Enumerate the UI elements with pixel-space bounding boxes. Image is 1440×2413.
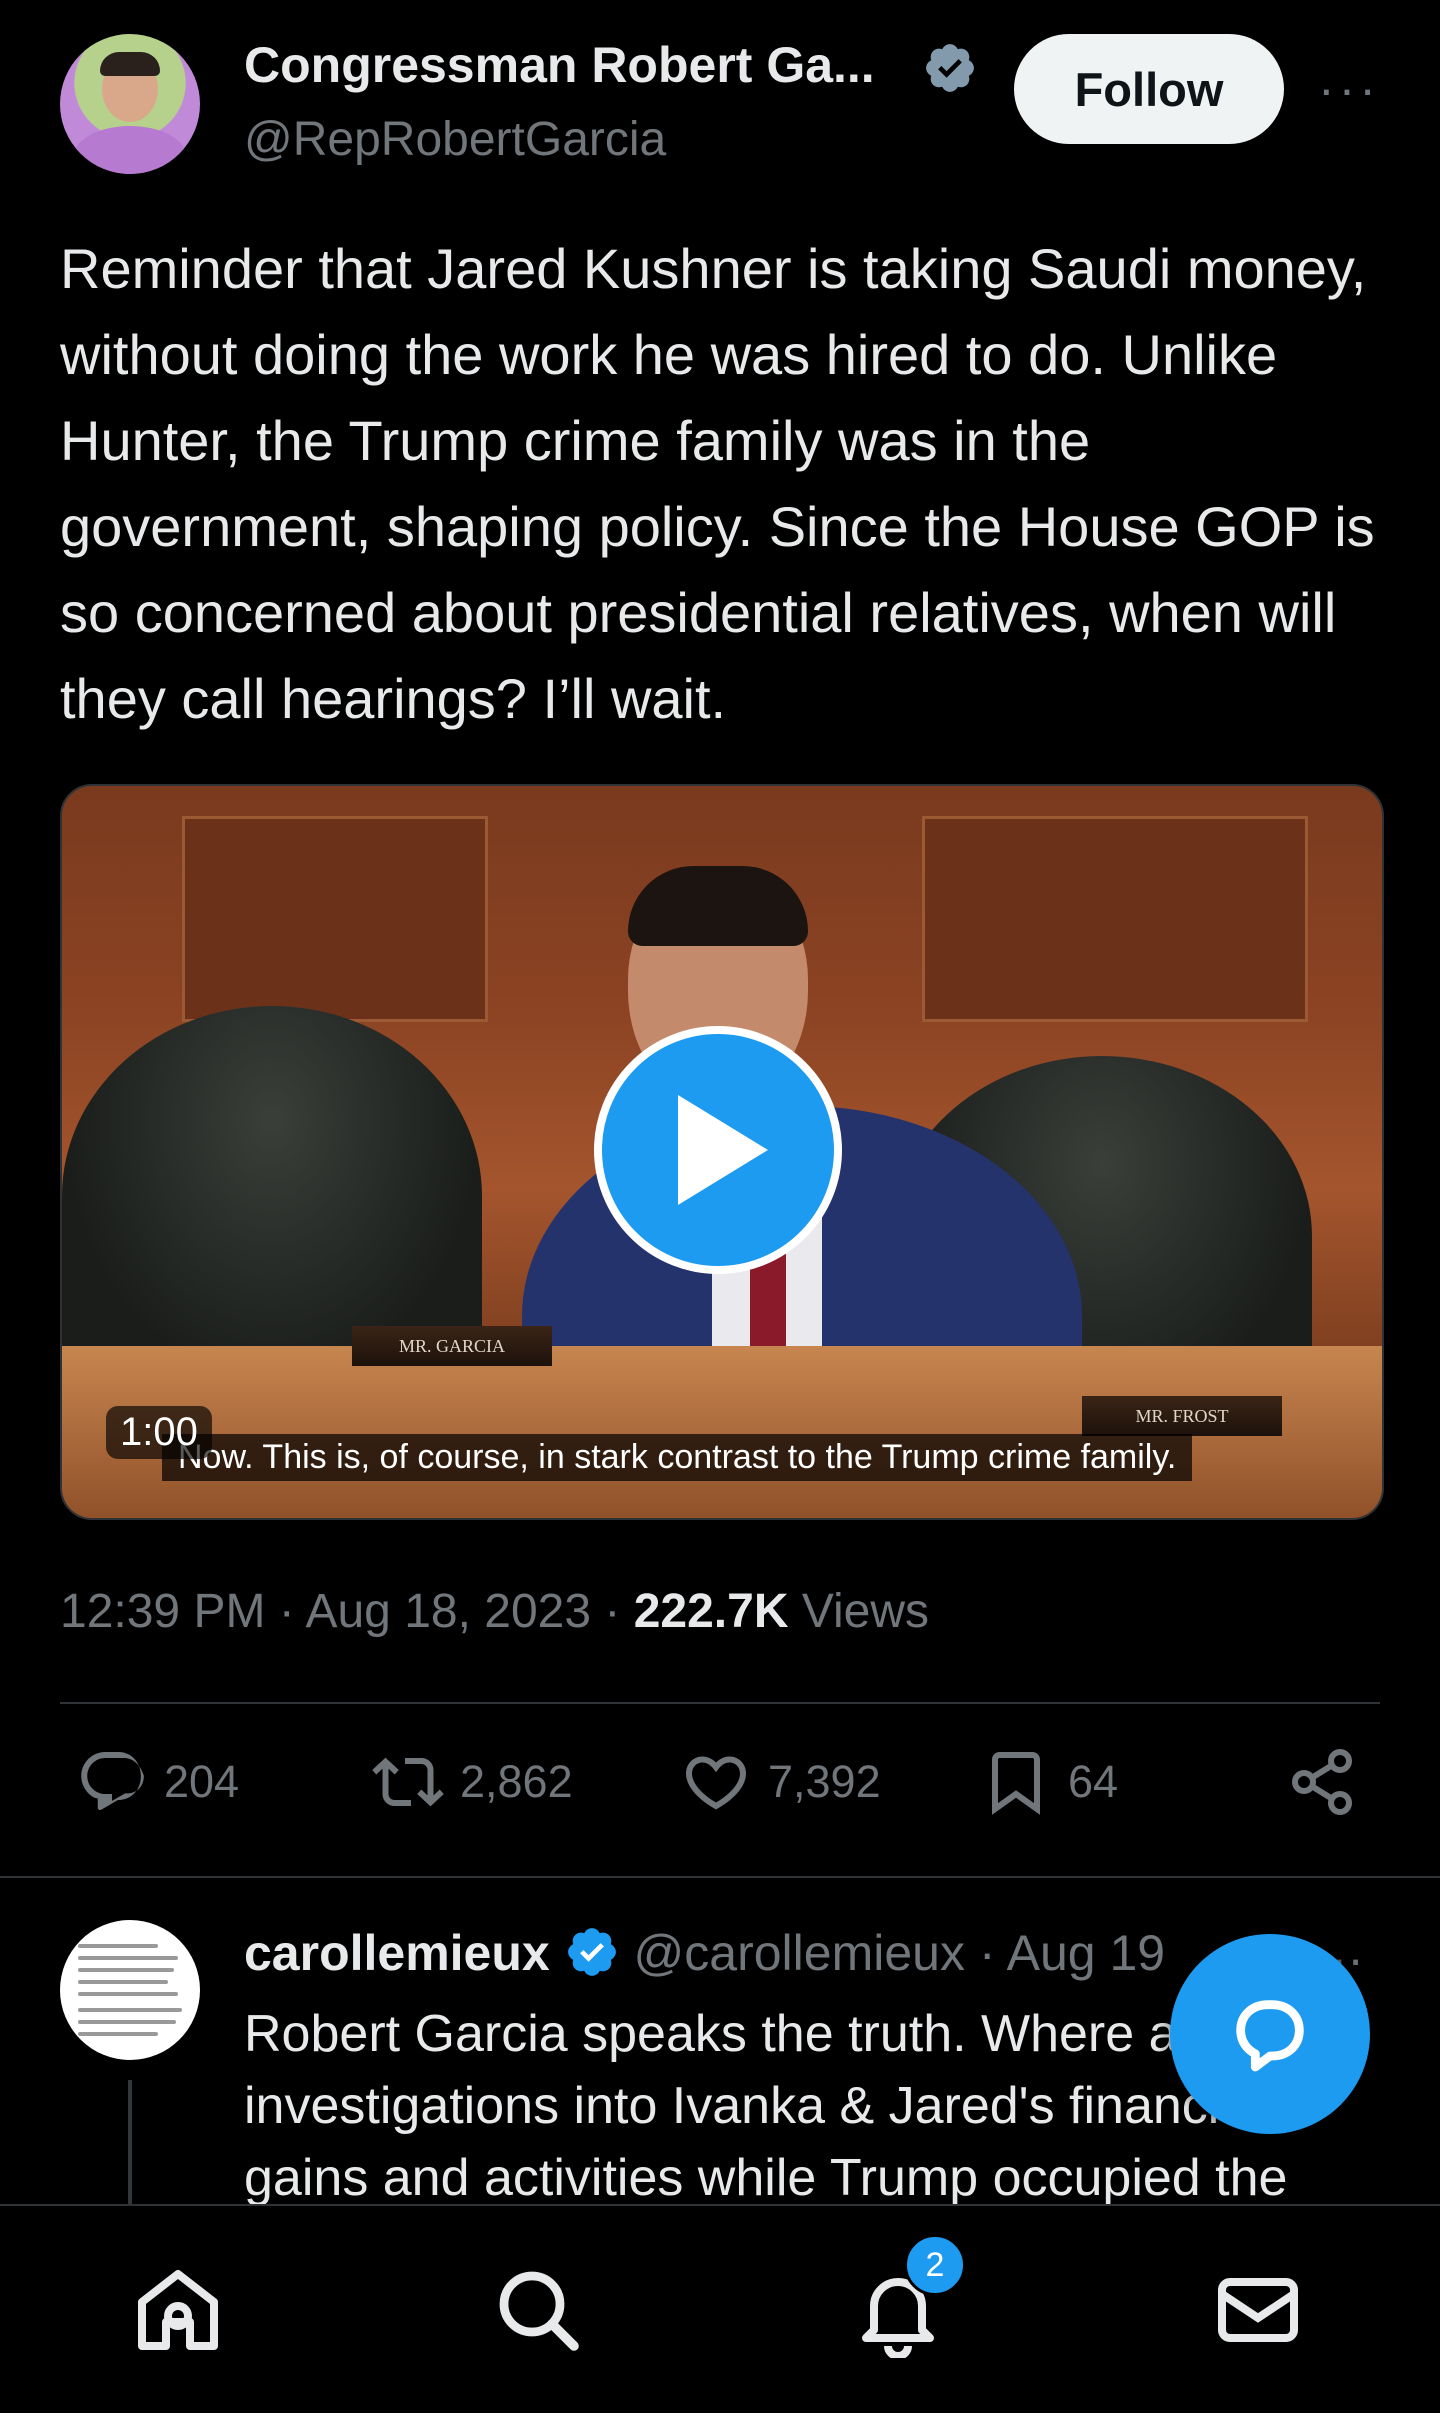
verified-badge-icon	[567, 1928, 616, 1976]
tweet-meta: 12:39 PM · Aug 18, 2023 · 222.7K Views	[60, 1584, 929, 1639]
tweet-actions: 204 2,862 7,392 64	[60, 1746, 1380, 1836]
views-label: Views	[788, 1585, 929, 1638]
reply-count: 204	[164, 1756, 240, 1807]
reply-button[interactable]: 204	[76, 1746, 239, 1818]
thread-line	[128, 2080, 132, 2204]
compose-reply-button[interactable]	[1170, 1934, 1370, 2134]
video-caption: Now. This is, of course, in stark contra…	[162, 1434, 1193, 1481]
repost-button[interactable]: 2,862	[372, 1746, 573, 1818]
bookmark-count: 64	[1068, 1756, 1119, 1807]
follow-button[interactable]: Follow	[1014, 34, 1284, 144]
repost-count: 2,862	[460, 1756, 573, 1807]
play-button[interactable]	[594, 1026, 842, 1274]
divider	[0, 1876, 1440, 1878]
notifications-badge: 2	[904, 2234, 966, 2296]
share-icon	[1292, 1749, 1352, 1815]
bottom-navigation	[0, 2204, 1440, 2413]
compose-reply-icon	[1236, 2000, 1304, 2072]
share-button[interactable]	[1286, 1746, 1358, 1818]
home-icon[interactable]	[130, 2262, 226, 2358]
verified-badge-icon	[926, 44, 974, 92]
play-icon	[678, 1095, 768, 1205]
nameplate-left: MR. GARCIA	[352, 1326, 552, 1366]
bookmark-button[interactable]: 64	[980, 1746, 1118, 1818]
reply-author-handle[interactable]: @carollemieux · Aug 19	[634, 1925, 1166, 1981]
like-count: 7,392	[768, 1756, 881, 1807]
divider	[60, 1702, 1380, 1704]
nameplate-right: MR. FROST	[1082, 1396, 1282, 1436]
video-player[interactable]: MR. GARCIA MR. FROST Now. This is, of co…	[60, 784, 1384, 1520]
video-duration: 1:00	[106, 1406, 212, 1459]
bookmark-icon	[992, 1752, 1040, 1815]
author-display-name[interactable]: Congressman Robert Ga...	[244, 36, 875, 94]
author-handle[interactable]: @RepRobertGarcia	[244, 112, 666, 167]
reply-header: carollemieux @carollemieux · Aug 19	[244, 1924, 1165, 1982]
messages-icon[interactable]	[1210, 2262, 1306, 2358]
reply-avatar[interactable]	[60, 1920, 200, 2060]
tweet-text: Reminder that Jared Kushner is taking Sa…	[60, 237, 1375, 730]
reply-icon	[81, 1752, 144, 1811]
repost-icon	[372, 1757, 444, 1807]
tweet-timestamp[interactable]: 12:39 PM · Aug 18, 2023 ·	[60, 1585, 634, 1638]
like-icon	[685, 1756, 747, 1810]
views-count: 222.7K	[633, 1585, 789, 1638]
like-button[interactable]: 7,392	[680, 1746, 881, 1818]
reply-author-name[interactable]: carollemieux	[244, 1925, 550, 1981]
author-avatar[interactable]	[60, 34, 200, 174]
more-icon[interactable]: ···	[1318, 60, 1380, 118]
search-icon[interactable]	[490, 2262, 586, 2358]
